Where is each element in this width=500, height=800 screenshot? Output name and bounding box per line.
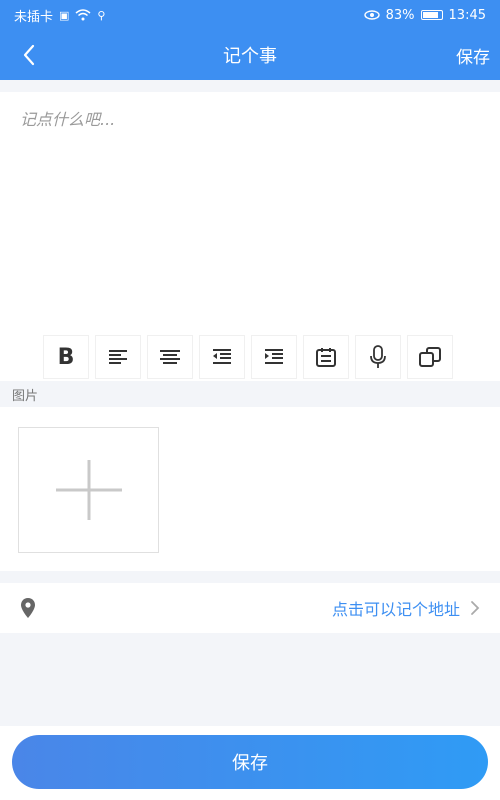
indent-increase-icon — [265, 349, 283, 364]
voice-input-button[interactable] — [355, 335, 401, 379]
copy-button[interactable] — [407, 335, 453, 379]
wifi-icon — [75, 9, 91, 21]
indent-increase-button[interactable] — [251, 335, 297, 379]
location-pin-icon — [21, 598, 35, 618]
signal-icon: ⚲ — [97, 8, 106, 22]
indent-decrease-icon — [213, 349, 231, 364]
chevron-left-icon — [23, 44, 35, 66]
carrier-text: 未插卡 — [14, 9, 54, 25]
page-title: 记个事 — [223, 46, 277, 67]
checklist-icon — [316, 348, 336, 367]
indent-decrease-button[interactable] — [199, 335, 245, 379]
save-button[interactable]: 保存 — [12, 735, 488, 789]
sim-icon: ▣ — [59, 8, 70, 22]
location-picker[interactable]: 点击可以记个地址 — [0, 583, 500, 633]
status-bar: 未插卡 ▣ ⚲ 83% 13:45 — [0, 0, 500, 30]
images-section-label: 图片 — [0, 381, 500, 407]
align-left-icon — [109, 350, 127, 364]
battery-percent: 83% — [385, 7, 415, 23]
location-text: 点击可以记个地址 — [331, 600, 460, 619]
bold-button[interactable]: B — [43, 335, 89, 379]
format-toolbar: B — [43, 335, 453, 381]
chevron-right-icon — [470, 600, 480, 616]
empty-area — [0, 633, 500, 726]
eye-icon — [363, 10, 380, 20]
image-area — [0, 407, 500, 571]
images-label-text: 图片 — [12, 388, 39, 404]
checklist-button[interactable] — [303, 335, 349, 379]
status-right: 83% 13:45 — [363, 7, 486, 23]
align-left-button[interactable] — [95, 335, 141, 379]
nav-save-button[interactable]: 保存 — [456, 43, 490, 68]
status-left: 未插卡 ▣ ⚲ — [14, 6, 105, 25]
add-image-button[interactable] — [18, 427, 159, 553]
back-button[interactable] — [14, 30, 44, 80]
battery-icon — [420, 10, 443, 20]
microphone-icon — [370, 345, 386, 368]
plus-icon — [55, 460, 122, 520]
copy-icon — [419, 347, 441, 367]
section-divider — [0, 571, 500, 583]
align-center-button[interactable] — [147, 335, 193, 379]
align-center-icon — [160, 350, 180, 364]
bold-icon: B — [57, 344, 75, 370]
top-spacer — [0, 80, 500, 92]
note-input[interactable] — [0, 92, 500, 332]
nav-bar: 记个事 保存 — [0, 30, 500, 80]
clock: 13:45 — [448, 7, 486, 23]
